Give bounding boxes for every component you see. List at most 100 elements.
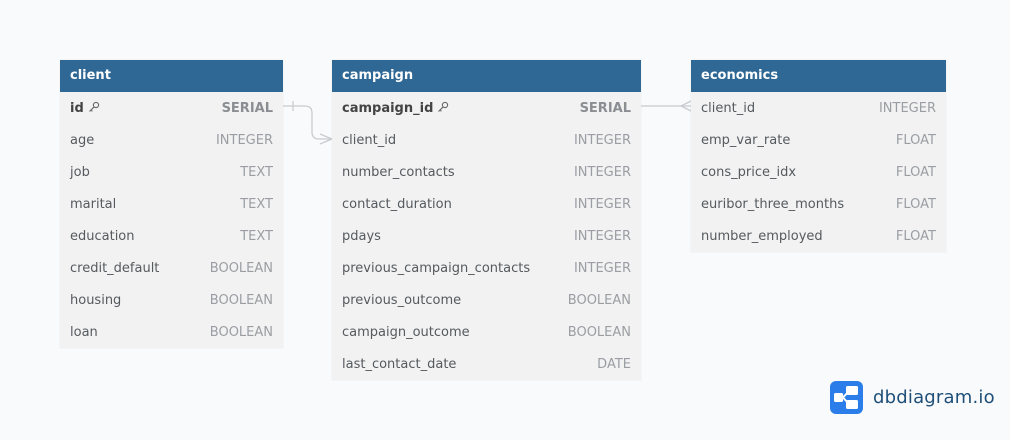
table-row[interactable]: education TEXT <box>60 220 283 252</box>
column-type: BOOLEAN <box>209 260 273 276</box>
table-row[interactable]: previous_campaign_contacts INTEGER <box>332 252 641 284</box>
column-type: TEXT <box>240 228 273 244</box>
column-name: loan <box>70 325 98 340</box>
column-name-text: id <box>70 100 84 116</box>
column-name: emp_var_rate <box>701 133 790 148</box>
column-name: age <box>70 133 94 148</box>
column-name: cons_price_idx <box>701 165 796 180</box>
column-type: INTEGER <box>573 228 631 244</box>
column-name: client_id <box>342 133 396 148</box>
table-row[interactable]: previous_outcome BOOLEAN <box>332 284 641 316</box>
column-name: number_employed <box>701 229 823 244</box>
column-type: TEXT <box>240 196 273 212</box>
column-name-text: housing <box>70 292 122 308</box>
dbdiagram-logo-icon <box>830 381 863 414</box>
column-name-text: previous_campaign_contacts <box>342 260 531 276</box>
table-row[interactable]: age INTEGER <box>60 124 283 156</box>
table-header[interactable]: campaign <box>332 60 641 92</box>
column-name: housing <box>70 293 121 308</box>
table-row[interactable]: euribor_three_months FLOAT <box>691 188 946 220</box>
table-row[interactable]: campaign_id SERIAL <box>332 92 641 124</box>
brand-logo[interactable]: dbdiagram.io <box>830 381 995 414</box>
column-type: BOOLEAN <box>209 324 273 340</box>
table-row[interactable]: credit_default BOOLEAN <box>60 252 283 284</box>
table-row[interactable]: last_contact_date DATE <box>332 348 641 380</box>
table-row[interactable]: number_employed FLOAT <box>691 220 946 252</box>
table-row[interactable]: housing BOOLEAN <box>60 284 283 316</box>
table-row[interactable]: client_id INTEGER <box>691 92 946 124</box>
column-name-text: education <box>70 228 135 244</box>
column-type: INTEGER <box>573 260 631 276</box>
table-row[interactable]: marital TEXT <box>60 188 283 220</box>
column-name: previous_campaign_contacts <box>342 261 530 276</box>
table-row[interactable]: pdays INTEGER <box>332 220 641 252</box>
column-name: campaign_id <box>342 101 449 116</box>
table-row[interactable]: job TEXT <box>60 156 283 188</box>
table-economics[interactable]: economics client_id INTEGER emp_var_rate FL… <box>691 60 946 252</box>
column-name-text: job <box>70 164 90 180</box>
column-name: previous_outcome <box>342 293 461 308</box>
table-row[interactable]: number_contacts INTEGER <box>332 156 641 188</box>
column-name-text: number_contacts <box>342 164 455 180</box>
column-type: INTEGER <box>215 132 273 148</box>
column-type: BOOLEAN <box>567 292 631 308</box>
column-name: education <box>70 229 135 244</box>
column-type: INTEGER <box>573 132 631 148</box>
column-name: last_contact_date <box>342 357 456 372</box>
column-type: SERIAL <box>221 100 273 116</box>
column-type: FLOAT <box>895 228 936 244</box>
column-name-text: age <box>70 132 95 148</box>
connector-client-campaign <box>283 105 332 140</box>
column-name-text: marital <box>70 196 117 212</box>
column-name-text: cons_price_idx <box>701 164 797 180</box>
column-type: INTEGER <box>573 164 631 180</box>
primary-key-icon <box>88 101 99 112</box>
column-type: BOOLEAN <box>209 292 273 308</box>
column-name-text: credit_default <box>70 260 160 276</box>
table-row[interactable]: contact_duration INTEGER <box>332 188 641 220</box>
column-type: BOOLEAN <box>567 324 631 340</box>
table-client[interactable]: client id SERIAL age INTEGER job TEXT marital T… <box>60 60 283 348</box>
column-name: campaign_outcome <box>342 325 470 340</box>
column-type: DATE <box>597 356 631 372</box>
column-name: contact_duration <box>342 197 452 212</box>
column-name-text: loan <box>70 324 98 340</box>
column-name: number_contacts <box>342 165 455 180</box>
column-type: FLOAT <box>895 164 936 180</box>
column-name-text: emp_var_rate <box>701 132 791 148</box>
column-name-text: campaign_outcome <box>342 324 470 340</box>
column-type: INTEGER <box>573 196 631 212</box>
column-name-text: euribor_three_months <box>701 196 845 212</box>
column-name-text: client_id <box>342 132 397 148</box>
table-header[interactable]: economics <box>691 60 946 92</box>
column-type: INTEGER <box>878 100 936 116</box>
column-name: pdays <box>342 229 381 244</box>
column-name-text: pdays <box>342 228 381 244</box>
table-row[interactable]: loan BOOLEAN <box>60 316 283 348</box>
table-row[interactable]: campaign_outcome BOOLEAN <box>332 316 641 348</box>
column-name-text: contact_duration <box>342 196 452 212</box>
table-header[interactable]: client <box>60 60 283 92</box>
primary-key-icon <box>438 101 449 112</box>
table-campaign[interactable]: campaign campaign_id SERIAL client_id INTEG… <box>332 60 641 380</box>
table-row[interactable]: emp_var_rate FLOAT <box>691 124 946 156</box>
column-name-text: number_employed <box>701 228 823 244</box>
brand-text: dbdiagram.io <box>873 387 995 408</box>
column-name: euribor_three_months <box>701 197 844 212</box>
column-name: job <box>70 165 90 180</box>
column-name: marital <box>70 197 116 212</box>
column-name: credit_default <box>70 261 159 276</box>
column-type: TEXT <box>240 164 273 180</box>
table-row[interactable]: cons_price_idx FLOAT <box>691 156 946 188</box>
column-name-text: last_contact_date <box>342 356 457 372</box>
column-name-text: campaign_id <box>342 100 434 116</box>
column-name: client_id <box>701 101 755 116</box>
column-name-text: client_id <box>701 100 756 116</box>
column-name: id <box>70 101 100 116</box>
column-type: SERIAL <box>579 100 631 116</box>
column-name-text: previous_outcome <box>342 292 462 308</box>
table-row[interactable]: client_id INTEGER <box>332 124 641 156</box>
column-type: FLOAT <box>895 132 936 148</box>
table-row[interactable]: id SERIAL <box>60 92 283 124</box>
column-type: FLOAT <box>895 196 936 212</box>
